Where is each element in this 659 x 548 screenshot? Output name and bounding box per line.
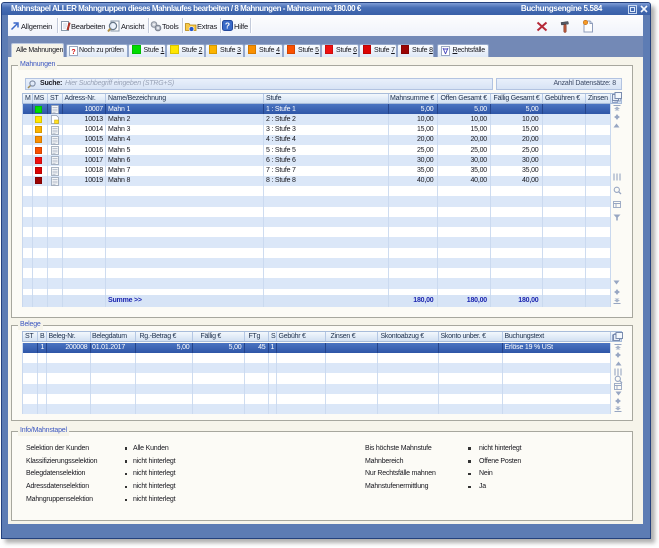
svg-text:?: ? [225,20,230,30]
svg-text:?: ? [71,49,75,56]
